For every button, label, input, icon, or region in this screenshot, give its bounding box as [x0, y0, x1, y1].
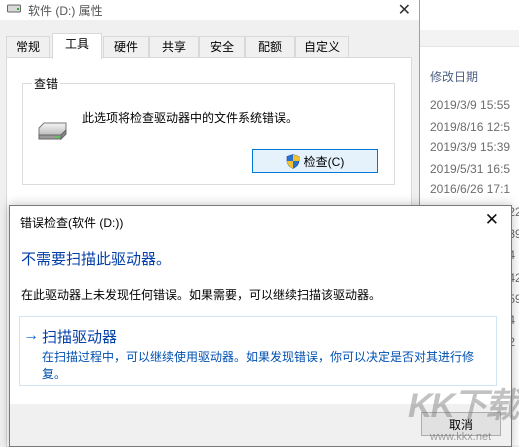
tab-security[interactable]: 安全 [199, 36, 245, 58]
tab-hardware[interactable]: 硬件 [103, 36, 149, 58]
check-button-label: 检查(C) [303, 154, 345, 169]
error-check-description: 此选项将检查驱动器中的文件系统错误。 [82, 111, 299, 125]
check-button[interactable]: 检查(C) [252, 149, 378, 173]
file-date: 2019/3/9 15:39 [430, 140, 511, 154]
uac-shield-icon [286, 153, 299, 169]
watermark-url: www.kkx.net [430, 431, 492, 443]
tab-quota[interactable]: 配额 [245, 36, 295, 58]
dialog-title: 错误检查(软件 (D:)) [20, 216, 124, 230]
explorer-header-strip [419, 30, 519, 47]
group-title: 查错 [32, 75, 61, 92]
file-date: 2019/3/9 15:55 [430, 98, 511, 112]
scan-drive-title[interactable]: 扫描驱动器 [42, 326, 117, 347]
dialog-message: 在此驱动器上未发现任何错误。如果需要，可以继续扫描该驱动器。 [21, 288, 382, 302]
close-icon[interactable]: ✕ [398, 0, 411, 20]
modified-date-column-header[interactable]: 修改日期 [430, 68, 478, 85]
arrow-right-icon: → [23, 327, 39, 344]
close-icon[interactable]: ✕ [485, 210, 499, 230]
file-date: 2016/6/26 17:1 [430, 182, 511, 196]
tab-tools[interactable]: 工具 [52, 33, 102, 59]
hard-drive-icon [38, 122, 67, 141]
dialog-heading: 不需要扫描此驱动器。 [21, 251, 172, 268]
tab-customize[interactable]: 自定义 [295, 36, 349, 58]
properties-titlebar: 软件 (D:) 属性 ✕ [0, 0, 419, 20]
watermark-logo: KK下载 [408, 387, 519, 425]
file-date: 2019/5/31 16:5 [430, 162, 511, 176]
window-title: 软件 (D:) 属性 [28, 4, 103, 18]
file-date: 2019/8/16 12:5 [430, 120, 511, 134]
tab-general[interactable]: 常规 [6, 36, 50, 58]
tab-sharing[interactable]: 共享 [149, 36, 199, 58]
drive-icon [7, 4, 21, 13]
